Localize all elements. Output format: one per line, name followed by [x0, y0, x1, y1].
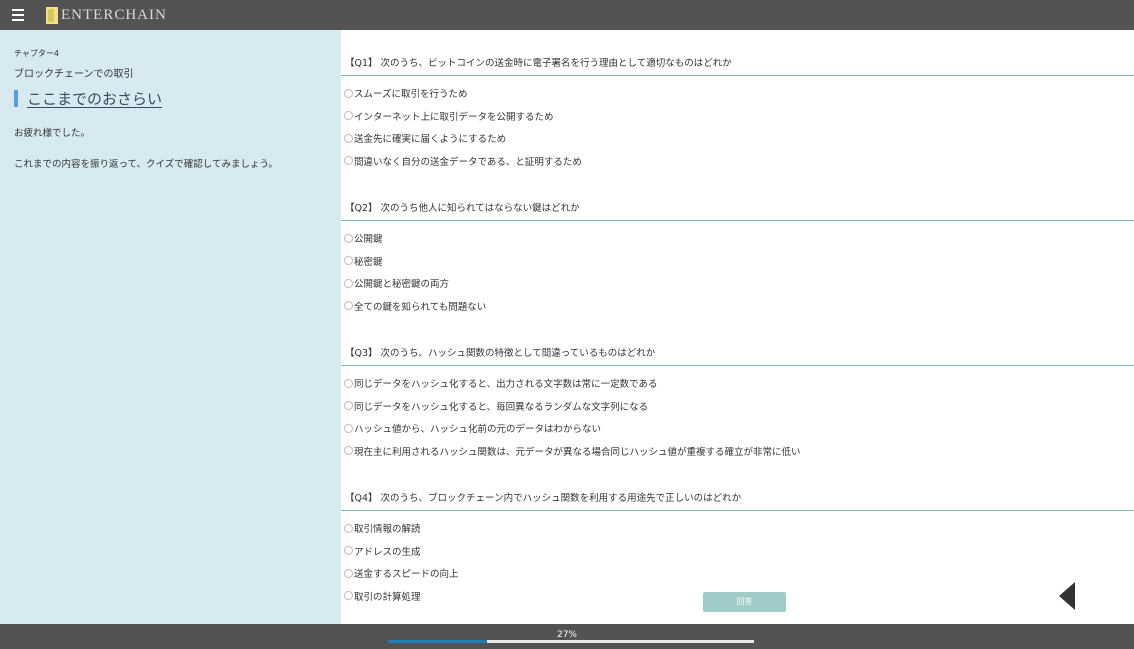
answer-option[interactable]: ハッシュ値から、ハッシュ化前の元のデータはわからない [341, 417, 1134, 440]
question-title: 【Q1】 次のうち、ビットコインの送金時に電子署名を行う理由として適切なものはど… [341, 55, 1134, 76]
progress-bar [388, 640, 754, 643]
radio-icon[interactable] [344, 378, 353, 388]
radio-icon[interactable] [344, 446, 353, 456]
section-heading: ここまでのおさらい [14, 88, 327, 109]
question-title: 【Q2】 次のうち他人に知られてはならない鍵はどれか [341, 200, 1134, 221]
radio-icon[interactable] [344, 546, 353, 556]
answer-option[interactable]: 間違いなく自分の送金データである、と証明するため [341, 150, 1134, 173]
progress-fill [388, 640, 487, 643]
question-title: 【Q4】 次のうち、ブロックチェーン内でハッシュ関数を利用する用途先で正しいのは… [341, 490, 1134, 511]
option-label: スムーズに取引を行うため [354, 89, 468, 101]
radio-icon[interactable] [344, 88, 353, 98]
chapter-title: ブロックチェーンでの取引 [14, 69, 134, 80]
answer-option[interactable]: 全ての鍵を知られても問題ない [341, 295, 1134, 318]
answer-option[interactable]: 送金するスピードの向上 [341, 562, 1134, 585]
question-1: 【Q1】 次のうち、ビットコインの送金時に電子署名を行う理由として適切なものはど… [341, 55, 1134, 172]
radio-icon[interactable] [344, 256, 353, 266]
answer-option[interactable]: 公開鍵と秘密鍵の両方 [341, 272, 1134, 295]
radio-icon[interactable] [344, 423, 353, 433]
radio-icon[interactable] [344, 233, 353, 243]
answer-option[interactable]: 取引情報の解読 [341, 517, 1134, 540]
radio-icon[interactable] [344, 278, 353, 288]
radio-icon[interactable] [344, 111, 353, 121]
heading-accent-bar [14, 90, 18, 107]
chapter-label: チャプター4 [14, 49, 60, 58]
option-label: 現在主に利用されるハッシュ関数は、元データが異なる場合同じハッシュ値が重複する確… [354, 446, 801, 458]
question-4: 【Q4】 次のうち、ブロックチェーン内でハッシュ関数を利用する用途先で正しいのは… [341, 490, 1134, 607]
section-title: ここまでのおさらい [27, 90, 163, 108]
radio-icon[interactable] [344, 568, 353, 578]
option-label: 間違いなく自分の送金データである、と証明するため [354, 156, 582, 168]
radio-icon[interactable] [344, 133, 353, 143]
app-logo: ENTERCHAIN [46, 6, 167, 24]
option-label: 送金するスピードの向上 [354, 569, 459, 581]
quiz-area: 【Q1】 次のうち、ビットコインの送金時に電子署名を行う理由として適切なものはど… [341, 30, 1134, 624]
sidebar-paragraph: お疲れ様でした。 [14, 128, 91, 139]
radio-icon[interactable] [344, 301, 353, 311]
answer-option[interactable]: 公開鍵 [341, 227, 1134, 250]
submit-answer-button[interactable]: 回答 [703, 592, 786, 612]
back-arrow-icon[interactable] [1059, 582, 1075, 610]
question-3: 【Q3】 次のうち、ハッシュ関数の特徴として間違っているものはどれか 同じデータ… [341, 345, 1134, 462]
option-label: 全ての鍵を知られても問題ない [354, 301, 487, 313]
sidebar-paragraph: これまでの内容を振り返って、クイズで確認してみましょう。 [14, 159, 278, 170]
logo-mark-icon [46, 6, 58, 24]
option-label: アドレスの生成 [354, 546, 421, 558]
option-label: 取引の計算処理 [354, 591, 421, 603]
radio-icon[interactable] [344, 523, 353, 533]
top-bar: ENTERCHAIN [0, 0, 1134, 30]
radio-icon[interactable] [344, 156, 353, 166]
option-label: 公開鍵と秘密鍵の両方 [354, 279, 450, 291]
answer-option[interactable]: 同じデータをハッシュ化すると、出力される文字数は常に一定数である [341, 372, 1134, 395]
progress-label: 27% [556, 630, 577, 640]
answer-option[interactable]: 同じデータをハッシュ化すると、毎回異なるランダムな文字列になる [341, 395, 1134, 418]
answer-option[interactable]: 秘密鍵 [341, 250, 1134, 273]
question-title: 【Q3】 次のうち、ハッシュ関数の特徴として間違っているものはどれか [341, 345, 1134, 366]
answer-option[interactable]: スムーズに取引を行うため [341, 82, 1134, 105]
answer-option[interactable]: 現在主に利用されるハッシュ関数は、元データが異なる場合同じハッシュ値が重複する確… [341, 440, 1134, 463]
question-2: 【Q2】 次のうち他人に知られてはならない鍵はどれか 公開鍵 秘密鍵 公開鍵と秘… [341, 200, 1134, 317]
option-label: 送金先に確実に届くようにするため [354, 134, 507, 146]
option-label: 秘密鍵 [354, 256, 383, 268]
option-label: 取引情報の解読 [354, 524, 421, 536]
option-label: ハッシュ値から、ハッシュ化前の元のデータはわからない [354, 424, 602, 436]
option-label: 同じデータをハッシュ化すると、毎回異なるランダムな文字列になる [354, 401, 649, 413]
answer-option[interactable]: アドレスの生成 [341, 540, 1134, 563]
radio-icon[interactable] [344, 401, 353, 411]
answer-option[interactable]: インターネット上に取引データを公開するため [341, 105, 1134, 128]
footer-bar: 27% [0, 624, 1134, 649]
option-label: 公開鍵 [354, 234, 383, 246]
option-label: 同じデータをハッシュ化すると、出力される文字数は常に一定数である [354, 379, 658, 391]
answer-option[interactable]: 送金先に確実に届くようにするため [341, 127, 1134, 150]
sidebar: チャプター4 ブロックチェーンでの取引 ここまでのおさらい お疲れ様でした。 こ… [0, 30, 341, 624]
logo-text: ENTERCHAIN [61, 6, 167, 23]
hamburger-menu-icon[interactable] [12, 3, 36, 27]
radio-icon[interactable] [344, 591, 353, 601]
option-label: インターネット上に取引データを公開するため [354, 111, 554, 123]
